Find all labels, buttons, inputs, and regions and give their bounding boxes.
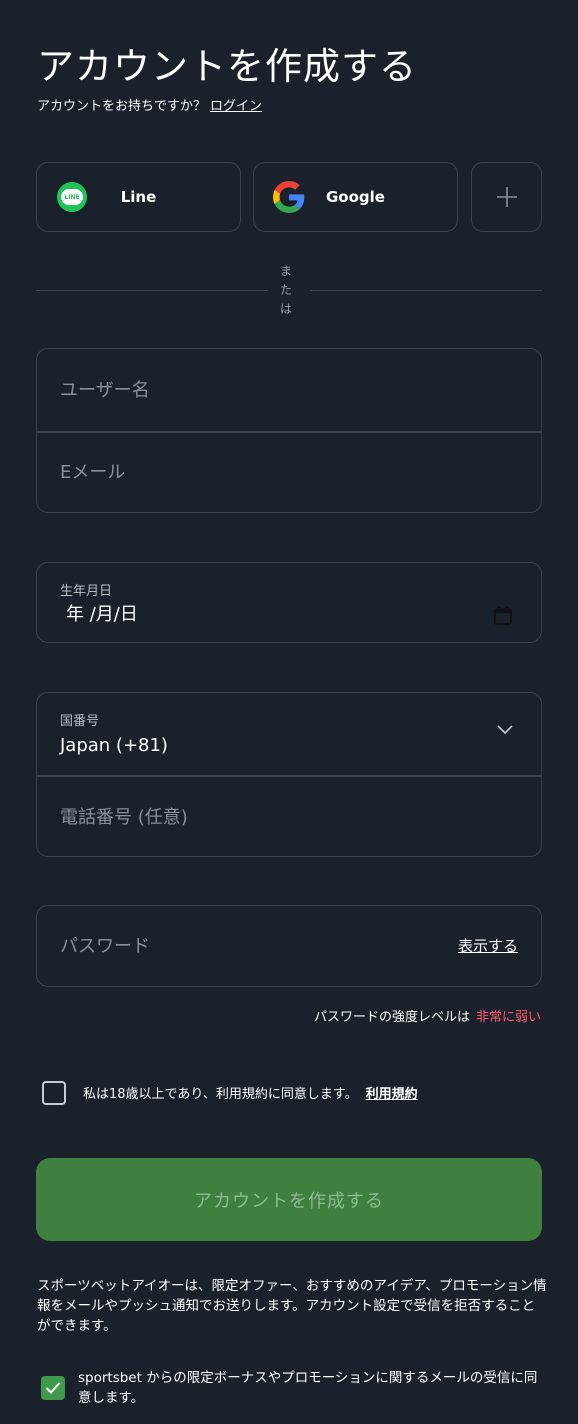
phone-fields: 国番号 Japan (+81) 電話番号 (任意) [36,692,542,857]
plus-icon [496,187,517,207]
username-field[interactable]: ユーザー名 [37,349,541,431]
dob-label: 生年月日 [60,584,113,599]
country-code-label: 国番号 [60,714,100,729]
google-login-label: Google [326,188,385,206]
calendar-icon[interactable] [493,606,513,626]
more-login-options-button[interactable] [471,162,542,232]
phone-placeholder: 電話番号 (任意) [60,807,188,828]
divider-left [36,290,268,291]
dob-field[interactable]: 生年月日 年 /月/日 [36,562,542,643]
email-placeholder: Eメール [60,462,126,483]
marketing-consent-text: sportsbet からの限定ボーナスやプロモーションに関するメールの受信に同意… [78,1370,538,1406]
line-login-label: Line [120,188,157,206]
page-title: アカウントを作成する [37,45,417,88]
terms-link[interactable]: 利用規約 [366,1087,418,1102]
divider-right [310,290,542,291]
login-prompt: アカウントをお持ちですか？ ログイン [37,95,262,114]
show-password-button[interactable]: 表示する [458,935,518,956]
marketing-checkbox[interactable] [41,1376,65,1400]
country-code-value: Japan (+81) [60,735,168,756]
username-placeholder: ユーザー名 [60,380,150,401]
google-login-button[interactable]: Google [253,162,458,232]
password-strength: パスワードの強度レベルは 非常に弱い [314,1006,541,1025]
strength-label: パスワードの強度レベルは [313,1010,470,1025]
country-code-select[interactable]: 国番号 Japan (+81) [37,693,541,775]
password-placeholder: パスワード [60,936,150,957]
password-field[interactable]: パスワード 表示する [36,905,542,987]
email-field[interactable]: Eメール [37,433,541,513]
chevron-down-icon [497,725,513,735]
or-char: は [279,302,292,316]
line-login-button[interactable]: LINE Line [36,162,241,232]
strength-value: 非常に弱い [475,1010,541,1025]
terms-text: 私は18歳以上であり、利用規約に同意します。 利用規約 [83,1083,418,1102]
checkmark-icon [45,1382,61,1394]
account-fields: ユーザー名 Eメール [36,348,542,513]
phone-field[interactable]: 電話番号 (任意) [37,777,541,857]
or-divider-text: ま た は [276,262,296,319]
terms-statement: 私は18歳以上であり、利用規約に同意します。 [83,1087,358,1102]
or-char: た [279,283,292,297]
promo-info-text: スポーツベットアイオーは、限定オファー、おすすめのアイデア、プロモーション情報を… [37,1278,547,1334]
create-account-button[interactable]: アカウントを作成する [36,1158,542,1241]
or-char: ま [279,264,292,278]
login-prompt-text: アカウントをお持ちですか？ [37,99,207,114]
terms-checkbox[interactable] [42,1081,66,1105]
login-link[interactable]: ログイン [210,99,262,114]
dob-value: 年 /月/日 [66,604,138,625]
